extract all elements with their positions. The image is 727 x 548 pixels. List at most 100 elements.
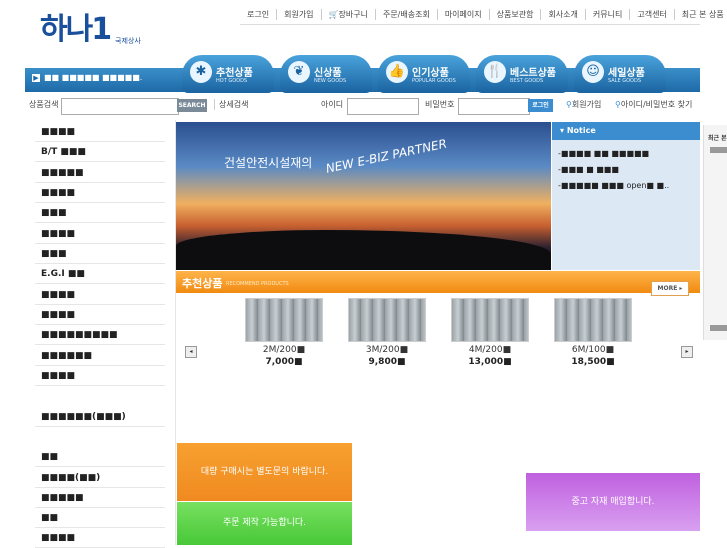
product-card[interactable]: 4M/200■ 13,000■ (451, 298, 529, 367)
category-item[interactable]: ■■■■ (35, 528, 165, 548)
category-item[interactable]: ■■■■(■■) (35, 468, 165, 489)
category-item[interactable]: ■■■■ (35, 224, 165, 245)
nav-customer-center[interactable]: 고객센터 (630, 8, 675, 20)
logo-subtext: 국제상사 (115, 37, 141, 45)
site-logo[interactable]: 하나1 국제상사 (25, 0, 175, 60)
nav-community[interactable]: 커뮤니티 (586, 8, 631, 20)
logo-text: 하나1 (40, 12, 112, 47)
custom-order-banner[interactable]: 주문 제작 가능합니다. (177, 502, 352, 545)
recent-items-title: 최근 본 상품 (708, 135, 727, 142)
category-item[interactable]: ■■■■■■ (35, 346, 165, 367)
ticker: ▶ ■■ ■■■■■ ■■■■■. (32, 73, 142, 82)
nav-company[interactable]: 회사소개 (541, 8, 586, 20)
tab-sublabel: BEST GOODS (510, 78, 544, 84)
category-item[interactable]: B/T ■■■ (35, 142, 165, 163)
category-item[interactable]: ■■■■■■(■■■) (35, 407, 165, 428)
product-image[interactable] (245, 298, 323, 342)
product-price: 7,000■ (265, 357, 303, 367)
bulk-order-banner[interactable]: 대량 구매시는 별도문의 바랍니다. (177, 443, 352, 501)
product-card[interactable]: 3M/200■ 9,800■ (348, 298, 426, 367)
tab-label: 인기상품 (412, 68, 449, 79)
login-button[interactable]: 로그인 (528, 99, 553, 112)
nav-order-status[interactable]: 주문/배송조회 (376, 8, 438, 20)
banner-headline: 건설안전시설재의 (224, 156, 313, 170)
category-item[interactable]: E.G.I ■■ (35, 264, 165, 285)
category-item[interactable]: ■■ (35, 508, 165, 529)
nav-cart[interactable]: 🛒장바구니 (322, 8, 376, 20)
product-card[interactable]: 2M/200■ 7,000■ (245, 298, 323, 367)
notice-item[interactable]: -■■■■■ ■■■ open■ ■.. (558, 181, 669, 190)
scroll-down-button[interactable] (710, 325, 727, 331)
product-image[interactable] (451, 298, 529, 342)
category-item[interactable]: ■■■■ (35, 122, 165, 143)
star-icon: ✱ (190, 61, 212, 83)
product-image[interactable] (348, 298, 426, 342)
category-item[interactable]: ■■ (35, 447, 165, 468)
search-button[interactable]: SEARCH (177, 99, 207, 112)
product-name: 4M/200■ (468, 345, 512, 355)
category-item[interactable]: ■■■■■■■■■ (35, 325, 165, 346)
category-item[interactable]: ■■■■ (35, 285, 165, 306)
tab-sublabel: SALE GOODS (608, 78, 641, 84)
product-card[interactable]: 6M/100■ 18,500■ (554, 298, 632, 367)
banner-slogan: NEW E-BIZ PARTNER (324, 136, 449, 176)
used-material-banner[interactable]: 중고 자재 매입합니다. (526, 473, 700, 531)
tab-sublabel: HOT GOODS (216, 78, 248, 84)
tab-label: 세일상품 (608, 68, 645, 79)
product-price: 9,800■ (368, 357, 406, 367)
category-item[interactable]: ■■■ (35, 203, 165, 224)
password-input[interactable] (458, 98, 530, 115)
product-image[interactable] (554, 298, 632, 342)
banner-landscape (176, 230, 551, 270)
smile-icon: ☺ (582, 61, 604, 83)
nav-mypage[interactable]: 마이페이지 (438, 8, 490, 20)
notice-item[interactable]: -■■■■ ■■ ■■■■■ (558, 149, 649, 158)
tab-sale[interactable]: ☺ 세일상품 SALE GOODS (574, 55, 666, 93)
id-input[interactable] (347, 98, 419, 115)
category-item[interactable]: ■■■■■ (35, 488, 165, 509)
find-account-link[interactable]: ⚲아이디/비밀번호 찾기 (615, 99, 692, 110)
scroll-up-button[interactable] (710, 147, 727, 153)
product-name: 3M/200■ (365, 345, 409, 355)
tab-new[interactable]: ❦ 신상품 NEW GOODS (280, 55, 372, 93)
recommend-subtitle: RECOMMEND PRODUCTS (226, 281, 289, 287)
tab-best[interactable]: 🍴 베스트상품 BEST GOODS (476, 55, 568, 93)
category-item[interactable]: ■■■■ (35, 366, 165, 387)
fork-knife-icon: 🍴 (484, 61, 506, 83)
nav-join[interactable]: 회원가입 (277, 8, 322, 20)
notice-item[interactable]: -■■■ ■ ■■■ (558, 165, 619, 174)
tab-sublabel: NEW GOODS (314, 78, 347, 84)
leaf-icon: ❦ (288, 61, 310, 83)
nav-login[interactable]: 로그인 (240, 8, 278, 20)
recommend-title: 추천상품 (182, 277, 223, 290)
nav-wishlist[interactable]: 상품보관함 (490, 8, 542, 20)
top-nav: 로그인 회원가입 🛒장바구니 주문/배송조회 마이페이지 상품보관함 회사소개 … (240, 5, 727, 23)
detail-search-link[interactable]: 상세검색 (214, 99, 248, 110)
ticker-text: ■■ ■■■■■ ■■■■■. (44, 73, 143, 82)
product-price: 13,000■ (468, 357, 512, 367)
notice-title: Notice (566, 126, 596, 135)
tab-popular[interactable]: 👍 인기상품 POPULAR GOODS (378, 55, 470, 93)
recommend-bar: 추천상품 RECOMMEND PRODUCTS (176, 271, 700, 293)
triangle-down-icon: ▾ (560, 126, 567, 135)
category-item[interactable]: ■■■■ (35, 305, 165, 326)
password-label: 비밀번호 (425, 100, 455, 109)
main-banner[interactable]: 건설안전시설재의 NEW E-BIZ PARTNER (176, 122, 551, 270)
search-input[interactable] (61, 98, 179, 115)
search-label: 상품검색 (29, 100, 59, 109)
next-arrow-icon[interactable]: ▸ (681, 346, 693, 358)
category-item[interactable]: ■■■ (35, 244, 165, 265)
category-item[interactable]: ■■■■ (35, 183, 165, 204)
tab-recommend[interactable]: ✱ 추천상품 HOT GOODS (182, 55, 274, 93)
category-item[interactable]: ■■■■■ (35, 163, 165, 184)
join-label: 회원가입 (571, 100, 602, 109)
tab-label: 추천상품 (216, 68, 253, 79)
notice-header: ▾ Notice (552, 122, 700, 140)
recent-items-panel: 최근 본 상품 (703, 125, 727, 340)
more-button[interactable]: MORE ▸ (651, 281, 689, 296)
find-label: 아이디/비밀번호 찾기 (620, 100, 693, 109)
prev-arrow-icon[interactable]: ◂ (185, 346, 197, 358)
nav-divider (240, 24, 700, 25)
join-link[interactable]: ⚲회원가입 (566, 99, 601, 110)
nav-recent-items[interactable]: 최근 본 상품 (675, 9, 727, 20)
